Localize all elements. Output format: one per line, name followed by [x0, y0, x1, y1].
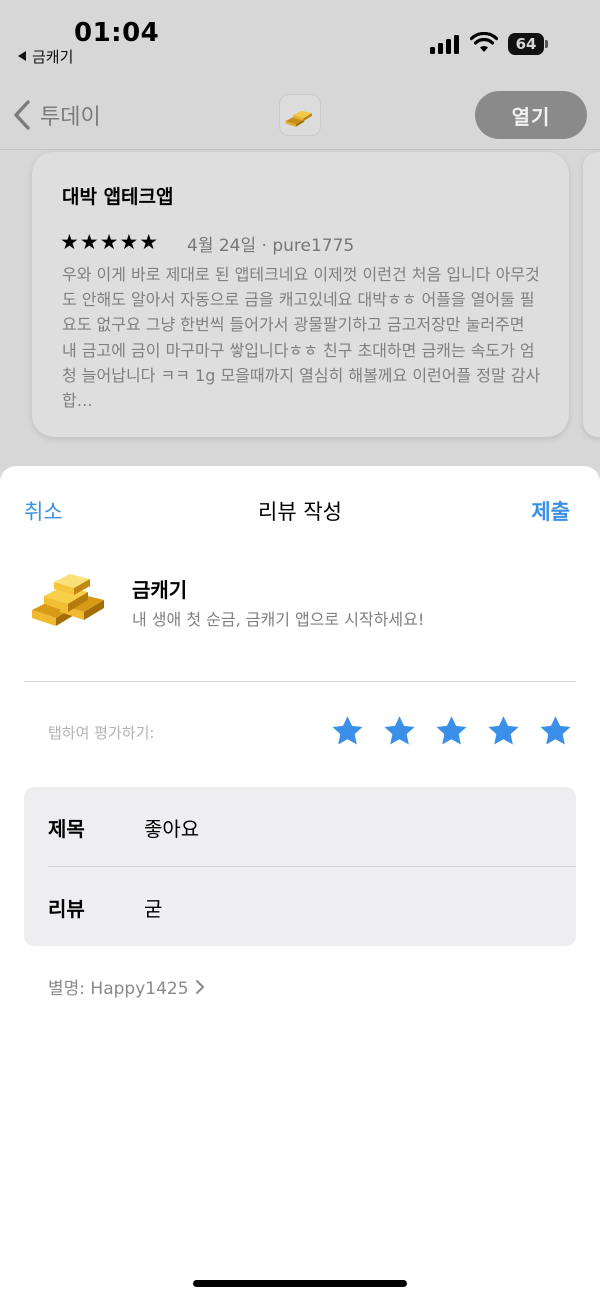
review-label: 리뷰 — [48, 897, 85, 921]
signal-icon — [430, 34, 462, 54]
star-icon[interactable] — [434, 714, 469, 749]
review-row[interactable]: 리뷰 굳 — [24, 867, 576, 946]
nav-bar: 투데이 열기 — [0, 80, 600, 150]
star-icon[interactable] — [538, 714, 573, 749]
submit-button[interactable]: 제출 — [531, 496, 570, 526]
app-info: 금캐기 내 생애 첫 순금, 금캐기 앱으로 시작하세요! — [30, 570, 570, 634]
nickname-label: 별명: Happy1425 — [48, 979, 189, 999]
star-icon[interactable] — [486, 714, 521, 749]
title-row[interactable]: 제목 좋아요 — [24, 787, 576, 867]
app-name: 금캐기 — [132, 578, 188, 602]
app-subtitle: 내 생애 첫 순금, 금캐기 앱으로 시작하세요! — [132, 610, 425, 629]
review-card[interactable]: 대박 앱테크앱 ★★★★★ 4월 24일 · pure1775 우와 이게 바로… — [32, 152, 569, 437]
nickname-link[interactable]: 별명: Happy1425 — [48, 974, 205, 999]
chevron-left-icon — [14, 100, 30, 130]
review-form: 제목 좋아요 리뷰 굳 — [24, 787, 576, 946]
back-app-label: 금캐기 — [32, 48, 74, 66]
back-label: 투데이 — [40, 105, 101, 130]
battery-tip — [545, 40, 548, 48]
write-review-sheet: 취소 리뷰 작성 제출 금캐기 내 생애 첫 순금, 금캐기 앱으로 시작하세요… — [0, 466, 600, 1301]
app-icon — [279, 94, 321, 136]
review-field[interactable]: 굳 — [144, 893, 162, 922]
review-meta: 4월 24일 · pure1775 — [187, 236, 355, 256]
status-bar: 01:04 금캐기 64 — [0, 0, 600, 80]
open-button[interactable]: 열기 — [475, 91, 587, 139]
sheet-title: 리뷰 작성 — [258, 500, 342, 524]
back-to-app-link[interactable]: 금캐기 — [18, 46, 73, 67]
review-body: 우와 이게 바로 제대로 된 앱테크네요 이제껏 이런건 처음 입니다 아무것도… — [62, 265, 541, 411]
nav-divider — [0, 149, 600, 150]
next-review-card-edge — [583, 152, 600, 437]
chevron-right-icon — [195, 979, 204, 994]
rate-label: 탭하여 평가하기: — [48, 724, 155, 742]
status-time: 01:04 — [74, 18, 160, 48]
title-label: 제목 — [48, 817, 85, 841]
gold-bars-icon — [285, 110, 312, 127]
home-indicator — [193, 1280, 407, 1287]
rating-stars[interactable] — [330, 714, 573, 749]
gold-bars-icon — [32, 574, 104, 626]
wifi-icon — [470, 32, 498, 52]
back-triangle-icon — [18, 51, 26, 61]
sheet-divider — [24, 681, 576, 682]
back-button[interactable]: 투데이 — [12, 98, 101, 132]
battery-icon: 64 — [508, 33, 544, 55]
review-stars: ★★★★★ — [60, 230, 160, 254]
review-title: 대박 앱테크앱 — [62, 186, 174, 208]
background-page: 01:04 금캐기 64 투데이 열기 대박 앱테크앱 ★★★★★ 4월 24일… — [0, 0, 600, 470]
title-field[interactable]: 좋아요 — [144, 813, 199, 842]
star-icon[interactable] — [382, 714, 417, 749]
star-icon[interactable] — [330, 714, 365, 749]
